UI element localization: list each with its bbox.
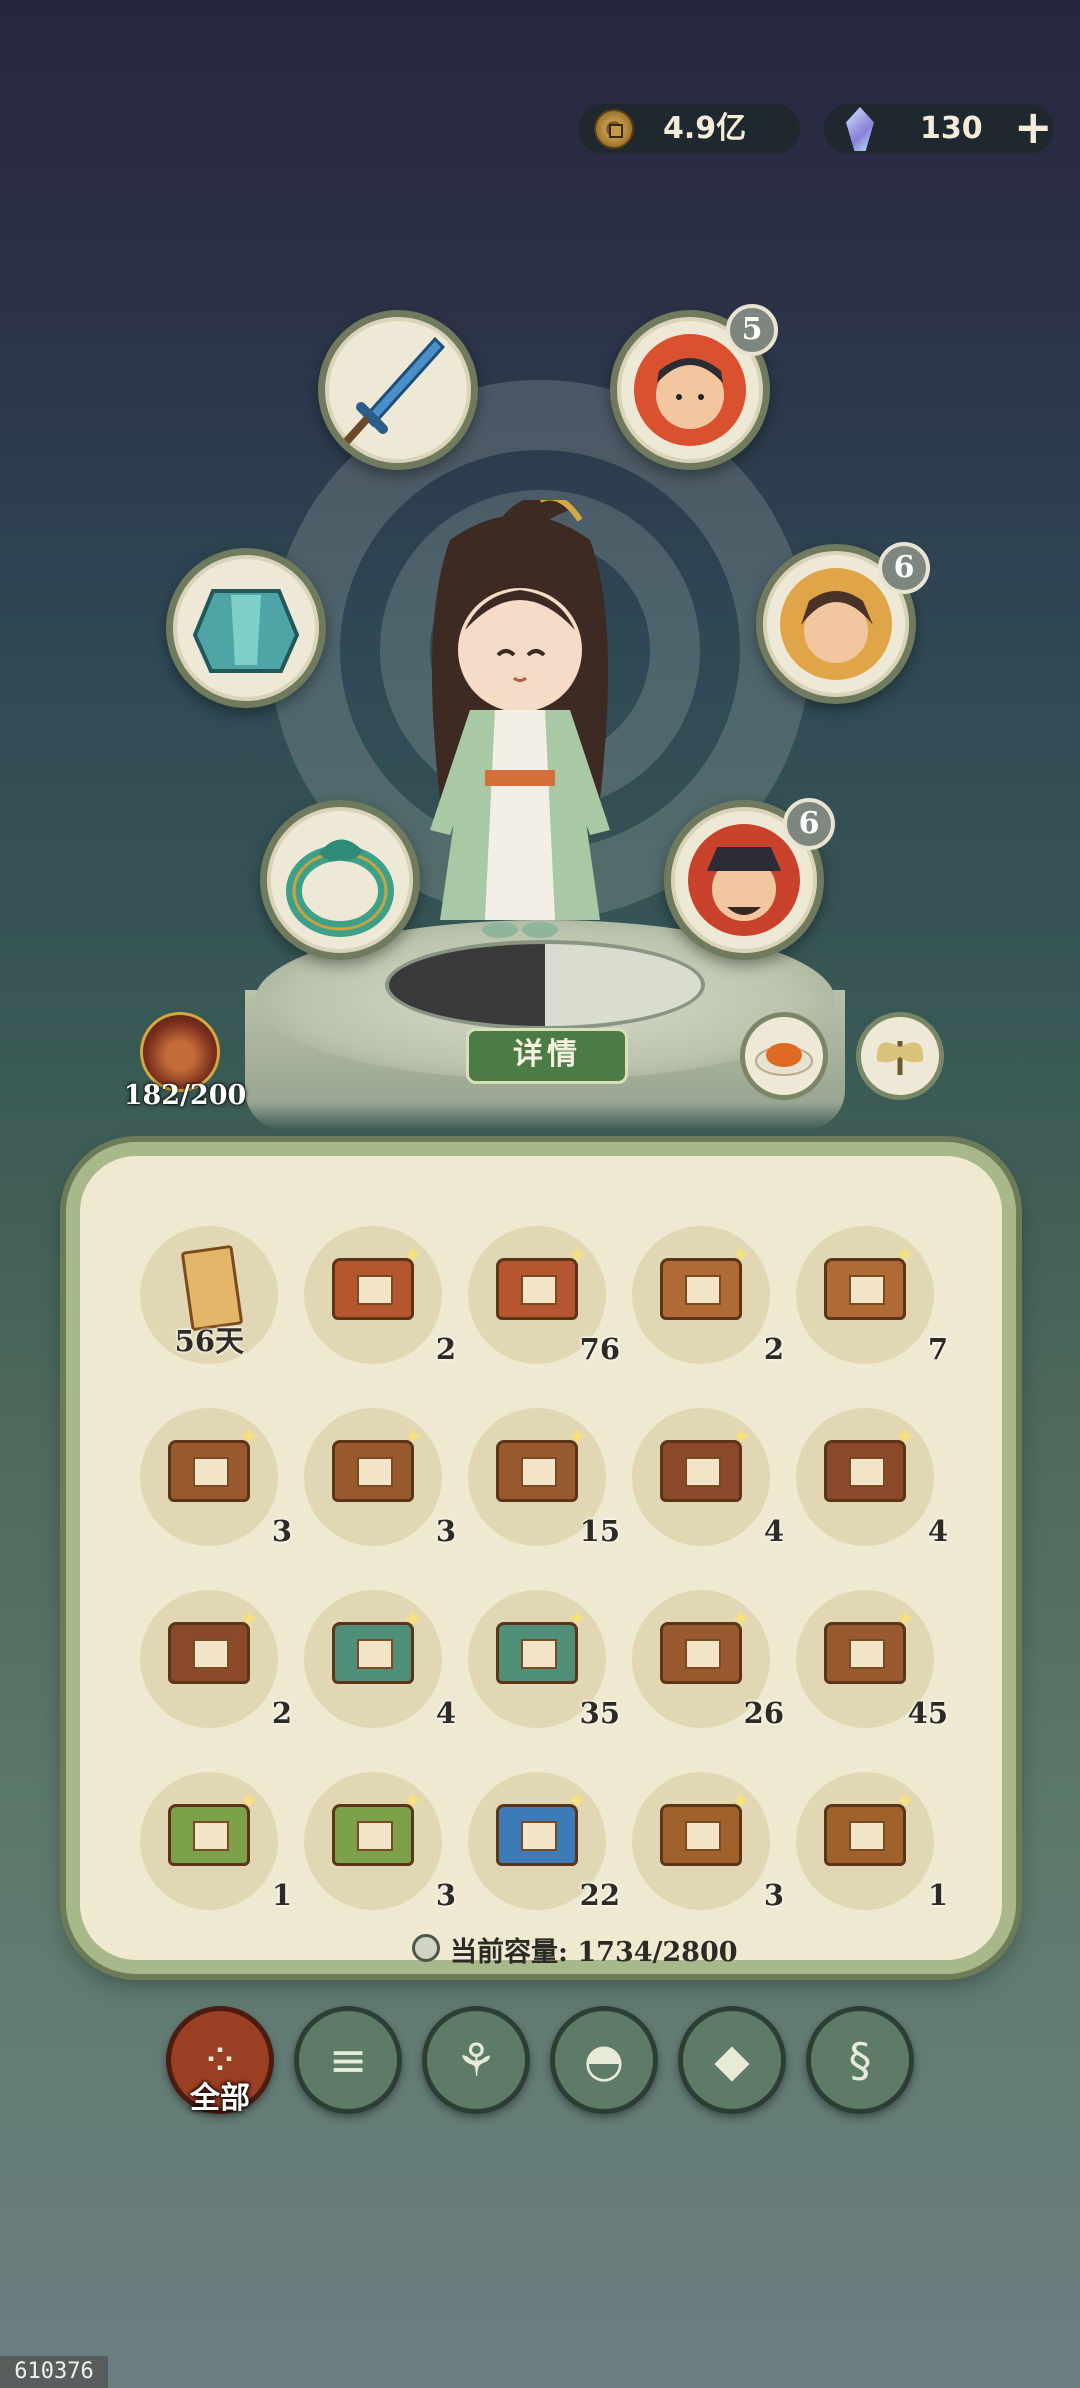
item-count: 3 [271,1514,292,1548]
inventory-item[interactable]: 7 [796,1226,948,1366]
scroll-icon: § [848,2033,872,2087]
food-buff-button[interactable] [740,1012,828,1100]
inventory-item[interactable]: 26 [632,1590,784,1730]
herb-chest-icon [660,1605,751,1684]
inventory-item[interactable]: 76 [468,1226,620,1366]
blue-chest-icon [496,1787,587,1866]
tab-all-label: 全部 [190,2081,250,2116]
item-count: 1 [271,1878,292,1912]
inventory-item[interactable]: 56天 [140,1226,278,1364]
tab-all[interactable]: ⁘ 全部 [166,2006,274,2116]
tab-scroll[interactable]: § [806,2006,914,2114]
item-count: 45 [907,1696,948,1730]
inventory-item[interactable]: 1 [796,1772,948,1912]
item-count: 1 [927,1878,948,1912]
item-count: 35 [579,1696,620,1730]
gold-chest-icon [660,1787,751,1866]
character-sprite[interactable] [390,500,650,980]
companion-1-level-badge: 5 [726,304,778,356]
red-chest-icon [332,1241,423,1320]
rice-bowl-icon: ◓ [583,2033,625,2087]
inventory-item[interactable]: 3 [140,1408,292,1548]
stone-chest-icon [496,1423,587,1502]
herb-chest-icon [824,1605,915,1684]
inventory-item[interactable]: 2 [304,1226,456,1366]
inventory-item[interactable]: 4 [304,1590,456,1730]
capacity-text: 当前容量: 1734/2800 [450,1937,738,1968]
item-count: 2 [435,1332,456,1366]
inventory-item[interactable]: 4 [796,1408,948,1548]
stamina-counter: 182/200 [123,1080,247,1111]
item-count: 3 [763,1878,784,1912]
armor-slot[interactable] [166,548,326,708]
tab-wood[interactable]: ≡ [294,2006,402,2114]
armor-icon [192,589,300,673]
ring-slot[interactable] [260,800,420,960]
stone-chest-icon [332,1423,423,1502]
companion-2-level-badge: 6 [878,542,930,594]
item-count: 7 [927,1332,948,1366]
copper-coin-icon [594,109,634,149]
bamboo-chest-icon [168,1787,259,1866]
inventory-item[interactable]: 15 [468,1408,620,1548]
inventory-item[interactable]: 35 [468,1590,620,1730]
log-chest-icon [168,1605,259,1684]
green-chest-icon [332,1605,423,1684]
item-count: 4 [927,1514,948,1548]
stone-chest-icon [824,1423,915,1502]
tab-food[interactable]: ◓ [550,2006,658,2114]
inventory-item[interactable]: 45 [796,1590,948,1730]
brown-chest-icon [824,1241,915,1320]
log-icon: ≡ [328,2033,368,2087]
item-count: 26 [743,1696,784,1730]
details-button[interactable]: 详情 [466,1028,628,1084]
brown-chest-icon [660,1241,751,1320]
tab-herb[interactable]: ⚘ [422,2006,530,2114]
item-count: 22 [579,1878,620,1912]
inventory-item[interactable]: 2 [140,1590,292,1730]
inventory-item[interactable]: 3 [304,1408,456,1548]
item-count: 2 [763,1332,784,1366]
moth-buff-button[interactable] [856,1012,944,1100]
item-count: 76 [579,1332,620,1366]
add-gems-button[interactable]: + [1014,102,1053,152]
weapon-slot[interactable] [318,310,478,470]
bamboo-chest-icon [332,1787,423,1866]
jade-ring-icon [286,839,394,937]
inventory-item[interactable]: 22 [468,1772,620,1912]
stone-chest-icon [660,1423,751,1502]
capacity-icon [412,1934,440,1962]
companion-3-level-badge: 6 [783,798,835,850]
inventory-item[interactable]: 3 [632,1772,784,1912]
moth-icon [876,1041,924,1075]
item-count: 3 [435,1514,456,1548]
red-chest-icon [496,1241,587,1320]
inventory-item[interactable]: 1 [140,1772,292,1912]
item-count: 3 [435,1878,456,1912]
stone-chest-icon [168,1423,259,1502]
item-count: 4 [435,1696,456,1730]
ore-icon: ◆ [714,2033,750,2087]
coin-amount: 4.9亿 [663,111,747,146]
inventory-item[interactable]: 4 [632,1408,784,1548]
gem-amount: 130 [920,111,983,146]
green-chest-icon [496,1605,587,1684]
item-count: 56天 [174,1324,244,1358]
inventory-item[interactable]: 3 [304,1772,456,1912]
food-plate-icon [755,1043,813,1076]
item-count: 2 [271,1696,292,1730]
item-count: 4 [763,1514,784,1548]
inventory-item[interactable]: 2 [632,1226,784,1366]
sword-icon [343,336,446,445]
item-count: 15 [579,1514,620,1548]
tab-ore[interactable]: ◆ [678,2006,786,2114]
herb-icon: ⚘ [455,2033,497,2087]
gold-chest-icon [824,1787,915,1866]
watermark-id: 610376 [0,2356,108,2388]
